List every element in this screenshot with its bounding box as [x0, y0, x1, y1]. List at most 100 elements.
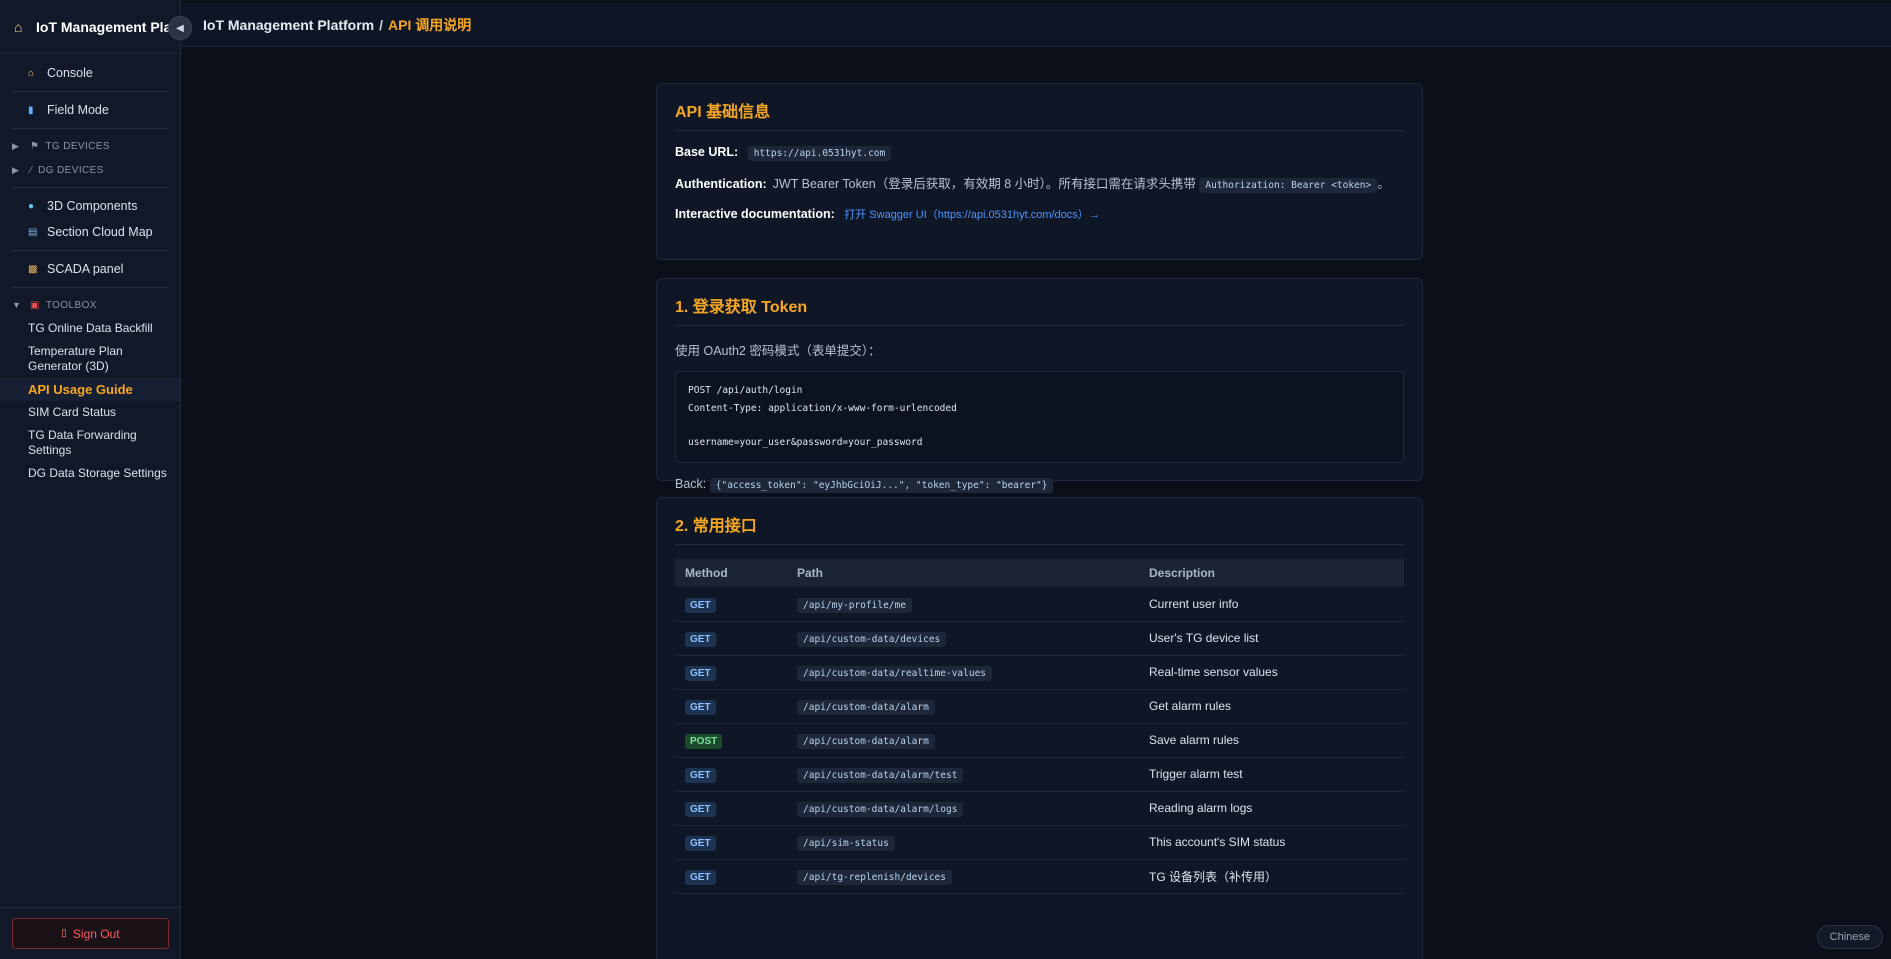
sidebar-group-dg-devices[interactable]: ▶ ∕ DG DEVICES: [0, 158, 180, 182]
pen-icon: ∕: [30, 164, 33, 176]
home-icon: ⌂: [28, 67, 35, 79]
method-badge: GET: [685, 666, 716, 681]
card-title: 1. 登录获取 Token: [675, 293, 1404, 326]
sidebar-item-temperature-plan-generator[interactable]: Temperature Plan Generator (3D): [0, 340, 150, 378]
method-badge: GET: [685, 768, 716, 783]
header: IoT Management Platform / API 调用说明: [181, 3, 1891, 47]
endpoint-description: Reading alarm logs: [1139, 791, 1404, 826]
login-intro: 使用 OAuth2 密码模式（表单提交）：: [675, 344, 881, 358]
card-login-token: 1. 登录获取 Token 使用 OAuth2 密码模式（表单提交）： POST…: [656, 278, 1423, 493]
login-response-value: {"access_token": "eyJhbGciOiJ...", "toke…: [709, 478, 1054, 493]
endpoint-path: /api/tg-replenish/devices: [797, 870, 952, 885]
swagger-ui-link[interactable]: 打开 Swagger UI（https://api.0531hyt.com/do…: [844, 209, 1100, 221]
table-row: GET/api/custom-data/alarm/test Trigger al…: [675, 757, 1404, 792]
card-title: 2. 常用接口: [675, 512, 1404, 545]
docs-row: Interactive documentation: 打开 Swagger UI…: [675, 207, 1100, 221]
endpoint-description: Real-time sensor values: [1139, 655, 1404, 690]
endpoints-table: Method Path Description GET/api/my-profi…: [675, 559, 1404, 894]
breadcrumb-root[interactable]: IoT Management Platform: [203, 17, 374, 33]
breadcrumb-separator: /: [379, 16, 384, 33]
caret-right-icon: ▶: [12, 140, 20, 151]
language-toggle-button[interactable]: Chinese: [1816, 925, 1883, 949]
exit-icon: ▯: [61, 928, 67, 939]
auth-header-value: Authorization: Bearer <token>: [1199, 178, 1378, 193]
sidebar-group-tg-devices[interactable]: ▶ ⚑ TG DEVICES: [0, 134, 180, 158]
endpoint-description: Get alarm rules: [1139, 689, 1404, 724]
sidebar-item-console[interactable]: ⌂ Console: [0, 60, 180, 86]
endpoint-path: /api/sim-status: [797, 836, 895, 851]
column-header-path: Path: [787, 559, 1139, 587]
flag-icon: ⚑: [30, 140, 40, 152]
method-badge: POST: [685, 734, 723, 749]
brand-title: IoT Management Plat: [36, 18, 177, 35]
divider: [12, 250, 168, 251]
chevron-left-icon[interactable]: ◀: [168, 16, 192, 40]
column-header-description: Description: [1139, 559, 1404, 587]
sign-out-button[interactable]: ▯ Sign Out: [12, 918, 169, 949]
table-row: POST/api/custom-data/alarm Save alarm rul…: [675, 723, 1404, 758]
table-row: GET/api/tg-replenish/devices TG 设备列表（补传用）: [675, 859, 1404, 894]
endpoint-path: /api/custom-data/realtime-values: [797, 666, 993, 681]
endpoint-path: /api/custom-data/alarm: [797, 734, 935, 749]
method-badge: GET: [685, 802, 716, 817]
card-common-endpoints: 2. 常用接口 Method Path Description GET/api/…: [656, 497, 1423, 959]
divider: [0, 907, 180, 908]
divider: [12, 91, 168, 92]
method-badge: GET: [685, 836, 716, 851]
table-row: GET/api/my-profile/me Current user info: [675, 587, 1404, 622]
caret-right-icon: ▶: [12, 164, 20, 175]
sidebar-item-tg-online-data-backfill[interactable]: TG Online Data Backfill: [0, 317, 180, 340]
phone-icon: ▮: [28, 104, 34, 116]
endpoint-path: /api/custom-data/alarm/test: [797, 768, 964, 783]
breadcrumb-current: API 调用说明: [388, 16, 472, 33]
endpoint-path: /api/custom-data/alarm: [797, 700, 935, 715]
sidebar-item-field-mode[interactable]: ▮ Field Mode: [0, 97, 180, 123]
method-badge: GET: [685, 632, 716, 647]
login-response-row: Back: {"access_token": "eyJhbGciOiJ...",…: [675, 477, 1404, 493]
sidebar-item-tg-data-forwarding-settings[interactable]: TG Data Forwarding Settings: [0, 424, 150, 462]
main-content: API 基础信息 Base URL: https://api.0531hyt.c…: [181, 47, 1891, 959]
endpoint-description: TG 设备列表（补传用）: [1139, 859, 1404, 894]
sidebar-group-toolbox[interactable]: ▼ ▣ TOOLBOX: [0, 293, 180, 317]
sidebar-item-scada-panel[interactable]: ▩ SCADA panel: [0, 256, 180, 282]
sidebar-item-3d-components[interactable]: ● 3D Components: [0, 193, 180, 219]
sidebar-item-sim-card-status[interactable]: SIM Card Status: [0, 401, 180, 424]
map-icon: ▤: [28, 226, 38, 238]
column-header-method: Method: [675, 559, 787, 587]
endpoint-path: /api/custom-data/devices: [797, 632, 947, 647]
brand[interactable]: ⌂ IoT Management Plat: [0, 0, 180, 54]
endpoint-path: /api/my-profile/me: [797, 597, 912, 613]
login-code-block: POST /api/auth/login Content-Type: appli…: [675, 371, 1404, 463]
method-badge: GET: [685, 870, 716, 885]
endpoint-description: Trigger alarm test: [1139, 757, 1404, 792]
divider: [12, 287, 168, 288]
globe-icon: ●: [28, 200, 35, 212]
card-title: API 基础信息: [675, 98, 1404, 131]
auth-row: Authentication: JWT Bearer Token（登录后获取，有效…: [675, 177, 1390, 193]
table-row: GET/api/custom-data/realtime-values Real-…: [675, 655, 1404, 690]
base-url-value: https://api.0531hyt.com: [747, 146, 892, 161]
table-row: GET/api/sim-status This account's SIM sta…: [675, 825, 1404, 860]
base-url-row: Base URL: https://api.0531hyt.com: [675, 145, 1404, 161]
endpoint-path: /api/custom-data/alarm/logs: [797, 802, 964, 817]
toolbox-icon: ▣: [30, 299, 40, 311]
divider: [12, 187, 168, 188]
sidebar: ⌂ IoT Management Plat ⌂ Console ▮ Field …: [0, 0, 181, 959]
divider: [12, 128, 168, 129]
endpoint-description: Save alarm rules: [1139, 723, 1404, 758]
sidebar-item-section-cloud-map[interactable]: ▤ Section Cloud Map: [0, 219, 180, 245]
endpoint-description: Current user info: [1139, 587, 1404, 622]
table-row: GET/api/custom-data/devices User's TG dev…: [675, 621, 1404, 656]
endpoint-description: User's TG device list: [1139, 621, 1404, 656]
endpoint-description: This account's SIM status: [1139, 825, 1404, 860]
sidebar-item-api-usage-guide[interactable]: API Usage Guide: [0, 378, 180, 401]
caret-down-icon: ▼: [12, 300, 22, 310]
table-row: GET/api/custom-data/alarm Get alarm rules: [675, 689, 1404, 724]
home-icon: ⌂: [14, 18, 23, 35]
sidebar-item-dg-data-storage-settings[interactable]: DG Data Storage Settings: [0, 462, 180, 485]
chart-icon: ▩: [28, 263, 38, 275]
table-row: GET/api/custom-data/alarm/logs Reading al…: [675, 791, 1404, 826]
method-badge: GET: [685, 597, 716, 613]
card-api-basic-info: API 基础信息 Base URL: https://api.0531hyt.c…: [656, 83, 1423, 260]
method-badge: GET: [685, 700, 716, 715]
